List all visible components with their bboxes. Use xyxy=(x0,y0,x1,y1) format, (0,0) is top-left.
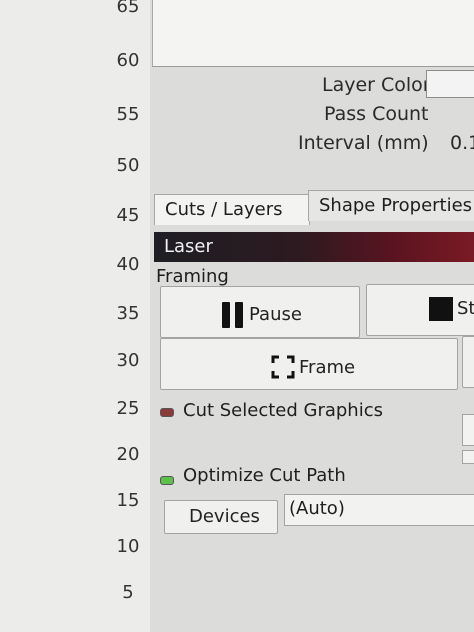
cut-selected-led-icon[interactable] xyxy=(160,408,174,417)
frame-label: Frame xyxy=(299,357,356,378)
cut-selected-side-control[interactable] xyxy=(462,414,474,446)
stop-button[interactable]: St xyxy=(366,284,474,336)
ruler-tick: 10 xyxy=(116,536,140,557)
pause-button[interactable]: Pause xyxy=(160,286,360,338)
interval-label: Interval (mm) xyxy=(298,132,429,154)
cut-side-control-2[interactable] xyxy=(462,450,474,464)
stop-icon xyxy=(429,297,453,321)
ruler-tick: 15 xyxy=(116,490,140,511)
device-select-value: (Auto) xyxy=(289,498,345,519)
ruler-tick: 50 xyxy=(116,155,140,176)
ruler-tick: 60 xyxy=(116,50,140,71)
stop-label: St xyxy=(457,298,474,319)
laser-title: Laser xyxy=(164,236,213,257)
tab-shape-properties[interactable]: Shape Properties xyxy=(308,190,474,221)
frame-button[interactable]: Frame xyxy=(160,338,458,390)
frame-side-button[interactable] xyxy=(462,336,474,388)
optimize-cut-path-label[interactable]: Optimize Cut Path xyxy=(183,465,346,486)
interval-value[interactable]: 0.1 xyxy=(450,132,474,154)
tab-cuts-layers[interactable]: Cuts / Layers xyxy=(154,194,310,225)
layer-list-area[interactable] xyxy=(152,0,474,67)
ruler-tick: 20 xyxy=(116,444,140,465)
layer-color-swatch[interactable] xyxy=(426,70,474,98)
cut-selected-label[interactable]: Cut Selected Graphics xyxy=(183,400,383,421)
laser-panel-header: Laser xyxy=(154,232,474,262)
vertical-ruler: 65 60 55 50 45 40 35 30 25 20 15 10 5 xyxy=(0,0,150,632)
device-select[interactable]: (Auto) xyxy=(284,494,474,526)
ruler-tick: 30 xyxy=(116,350,140,371)
framing-label: Framing xyxy=(156,266,229,287)
ruler-tick: 40 xyxy=(116,254,140,275)
ruler-tick: 65 xyxy=(116,0,140,17)
devices-button[interactable]: Devices xyxy=(164,500,278,534)
frame-icon xyxy=(271,355,295,379)
ruler-tick: 45 xyxy=(116,205,140,226)
pause-label: Pause xyxy=(249,304,302,325)
optimize-cut-path-led-icon[interactable] xyxy=(160,476,174,485)
ruler-tick: 55 xyxy=(116,104,140,125)
pass-count-label: Pass Count xyxy=(324,103,429,125)
devices-label: Devices xyxy=(189,506,260,527)
ruler-tick: 25 xyxy=(116,398,140,419)
layer-color-label: Layer Color xyxy=(322,74,431,96)
ruler-tick: 35 xyxy=(116,303,140,324)
pause-icon xyxy=(222,302,243,328)
ruler-tick: 5 xyxy=(122,582,134,603)
